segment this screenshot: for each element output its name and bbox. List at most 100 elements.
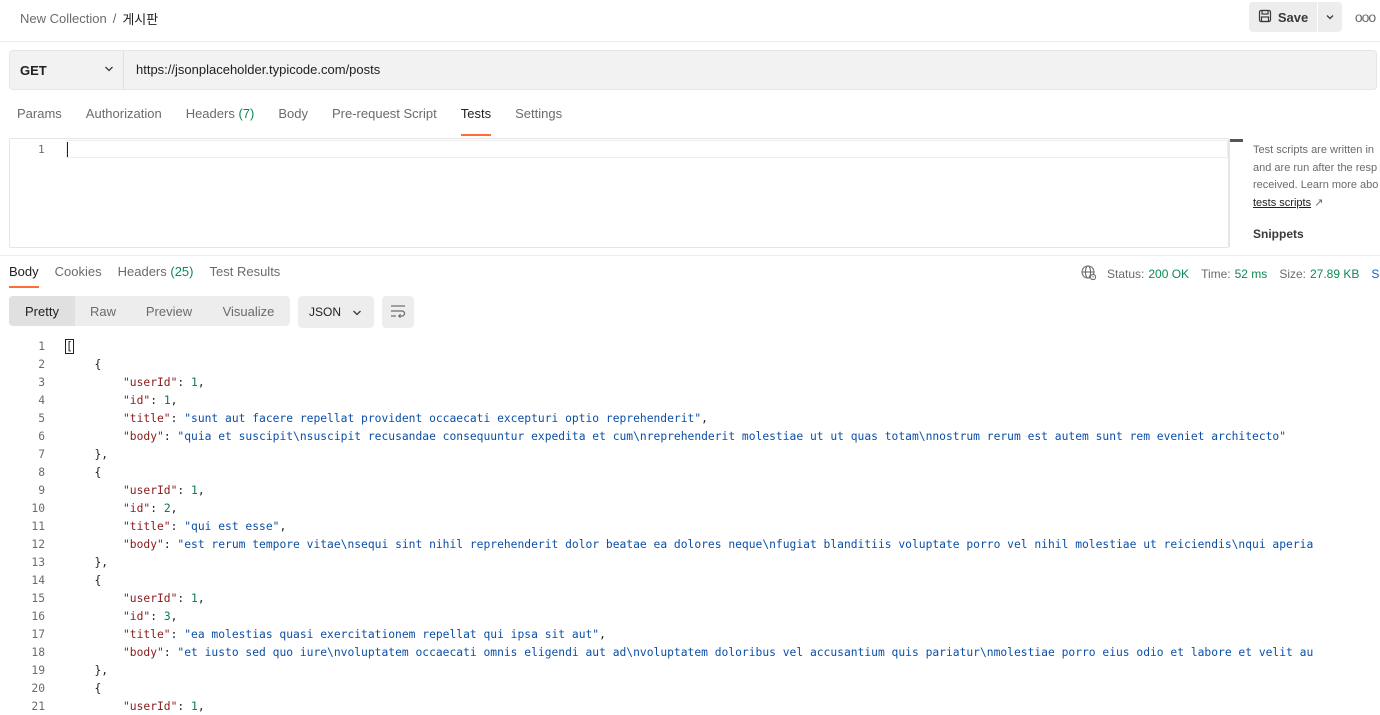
tests-help-panel: Test scripts are written in and are run … [1253, 142, 1380, 212]
save-button[interactable]: Save [1249, 2, 1317, 32]
pane-divider[interactable] [0, 255, 1380, 256]
code-token-punc: , [599, 628, 606, 641]
code-line-number: 15 [31, 592, 45, 605]
code-token-key: "userId" [123, 700, 178, 713]
size-value[interactable]: 27.89 KB [1310, 267, 1359, 281]
code-token-punc: : [170, 628, 185, 641]
code-line-text: { [95, 464, 102, 482]
url-input[interactable]: https://jsonplaceholder.typicode.com/pos… [136, 62, 380, 77]
breadcrumb-collection[interactable]: New Collection [20, 11, 107, 26]
code-line-text: "userId": 1, [123, 698, 205, 715]
code-line: 20 { [0, 680, 1380, 698]
save-options-button[interactable] [1318, 2, 1342, 32]
response-status: Status: 200 OK Time: 52 ms Size: 27.89 K… [1080, 264, 1379, 284]
more-icon: ooo [1354, 9, 1376, 25]
code-token-punc: { [94, 574, 102, 587]
tab-body[interactable]: Body [278, 106, 308, 136]
code-token-str: "sunt aut facere repellat provident occa… [184, 412, 702, 425]
code-line: 16 "id": 3, [0, 608, 1380, 626]
editor-scrollbar[interactable] [1229, 139, 1243, 247]
chevron-down-icon [103, 63, 115, 78]
code-line: 3 "userId": 1, [0, 374, 1380, 392]
code-token-punc: , [197, 484, 205, 497]
code-token-punc: : [163, 430, 178, 443]
editor-current-line [66, 140, 1228, 158]
tab-headers[interactable]: Headers (7) [186, 106, 255, 136]
code-token-punc: { [94, 358, 102, 371]
code-line-number: 12 [31, 538, 45, 551]
test-script-editor[interactable]: 1 [9, 138, 1229, 248]
tests-scripts-link[interactable]: tests scripts [1253, 197, 1311, 209]
tab-count: (7) [238, 106, 255, 121]
tab-label: Settings [515, 106, 563, 121]
code-line-text: { [95, 356, 102, 374]
tab-tests[interactable]: Tests [460, 106, 492, 136]
breadcrumb: New Collection / 게시판 [20, 9, 158, 28]
code-token-punc: }, [94, 556, 109, 569]
code-line: 10 "id": 2, [0, 500, 1380, 518]
help-text-line: received. Learn more abo [1253, 179, 1379, 191]
view-raw[interactable]: Raw [75, 296, 131, 326]
tab-test-results[interactable]: Test Results [210, 264, 281, 288]
tab-response-headers[interactable]: Headers (25) [118, 264, 194, 288]
code-line-text: { [95, 680, 102, 698]
editor-line-number: 1 [38, 143, 45, 156]
code-line: 2{ [0, 356, 1380, 374]
tab-settings[interactable]: Settings [515, 106, 562, 136]
more-options-button[interactable]: ooo [1352, 8, 1378, 26]
code-token-punc: : [150, 394, 164, 407]
response-body-viewer[interactable]: 1[2{3 "userId": 1, 4 "id": 1, 5 "title": "sun… [0, 338, 1380, 715]
tab-label: Body [278, 106, 308, 121]
code-token-key: "userId" [123, 592, 178, 605]
code-line-text: [ [65, 338, 74, 356]
size-label: Size: [1279, 267, 1306, 281]
chevron-down-icon [1325, 10, 1335, 25]
code-token-key: "title" [123, 520, 171, 533]
code-line-text: }, [95, 662, 109, 680]
format-select[interactable]: JSON [298, 296, 374, 328]
tab-pre-request-script[interactable]: Pre-request Script [332, 106, 437, 136]
code-token-key: "body" [123, 646, 164, 659]
request-tabs: Params Authorization Headers (7) Body Pr… [17, 106, 586, 136]
view-visualize[interactable]: Visualize [207, 296, 290, 326]
code-token-key: "body" [123, 430, 164, 443]
method-select[interactable]: GET [10, 51, 124, 89]
code-line: 6 "body": "quia et suscipit\nsuscipit rec… [0, 428, 1380, 446]
tab-response-body[interactable]: Body [9, 264, 39, 288]
code-token-punc: , [197, 592, 205, 605]
tab-params[interactable]: Params [17, 106, 62, 136]
view-pretty[interactable]: Pretty [9, 296, 75, 326]
code-token-punc: : [170, 412, 185, 425]
breadcrumb-request[interactable]: 게시판 [122, 9, 158, 28]
tab-label: Params [17, 106, 62, 121]
code-line-number: 13 [31, 556, 45, 569]
tab-authorization[interactable]: Authorization [86, 106, 162, 136]
code-line-number: 4 [38, 394, 45, 407]
scrollbar-thumb[interactable] [1230, 139, 1243, 142]
globe-icon[interactable] [1080, 264, 1097, 284]
time-value[interactable]: 52 ms [1235, 267, 1268, 281]
tab-label: Headers [117, 264, 167, 279]
code-line: 18 "body": "et iusto sed quo iure\nvolupt… [0, 644, 1380, 662]
wrap-lines-button[interactable] [382, 296, 414, 328]
code-line-text: }, [95, 446, 109, 464]
code-token-num: 1 [191, 376, 198, 389]
status-value[interactable]: 200 OK [1148, 267, 1189, 281]
code-line: 9 "userId": 1, [0, 482, 1380, 500]
code-token-str: "est rerum tempore vitae\nsequi sint nih… [177, 538, 1314, 551]
code-line-number: 7 [38, 448, 45, 461]
code-token-punc: : [177, 700, 192, 713]
code-line-text: "title": "qui est esse", [123, 518, 286, 536]
view-preview[interactable]: Preview [131, 296, 207, 326]
code-line-number: 2 [38, 358, 45, 371]
save-icon [1258, 9, 1272, 26]
tab-cookies[interactable]: Cookies [55, 264, 102, 288]
response-tabs: Body Cookies Headers (25) Test Results [9, 264, 296, 288]
code-line-number: 17 [31, 628, 45, 641]
code-token-key: "title" [123, 412, 171, 425]
code-token-punc: , [279, 520, 287, 533]
tab-label: Tests [460, 106, 492, 121]
code-line-number: 9 [38, 484, 45, 497]
save-response-button[interactable]: S [1371, 267, 1379, 281]
code-line-text: "title": "sunt aut facere repellat provi… [123, 410, 708, 428]
